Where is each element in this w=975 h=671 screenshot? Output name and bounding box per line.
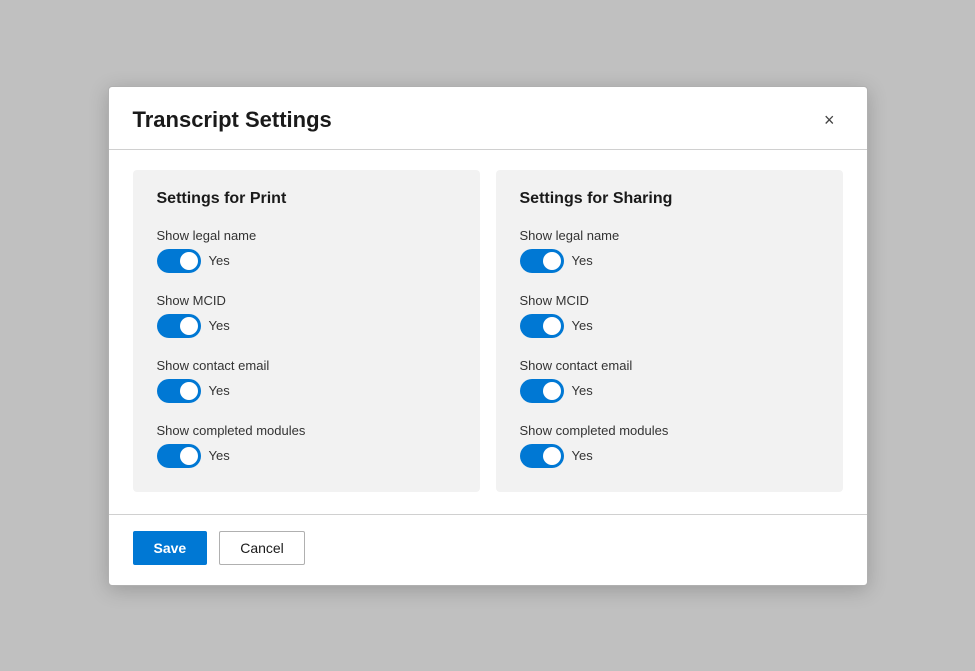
print-setting-completed-modules: Show completed modules Yes [157, 423, 456, 468]
sharing-panel-title: Settings for Sharing [520, 190, 819, 208]
toggle-track [157, 444, 201, 468]
modal-body: Settings for Print Show legal name Yes [109, 150, 867, 514]
close-button[interactable]: × [816, 107, 843, 133]
modal-overlay: Transcript Settings × Settings for Print… [0, 0, 975, 671]
print-toggle-row-completed-modules: Yes [157, 444, 456, 468]
sharing-setting-contact-email: Show contact email Yes [520, 358, 819, 403]
toggle-track [520, 444, 564, 468]
sharing-setting-mcid: Show MCID Yes [520, 293, 819, 338]
toggle-thumb [543, 382, 561, 400]
toggle-thumb [180, 252, 198, 270]
print-toggle-yes-contact-email: Yes [209, 383, 230, 398]
print-toggle-contact-email[interactable] [157, 379, 201, 403]
modal-header: Transcript Settings × [109, 87, 867, 150]
sharing-toggle-row-contact-email: Yes [520, 379, 819, 403]
print-toggle-row-contact-email: Yes [157, 379, 456, 403]
sharing-toggle-yes-mcid: Yes [572, 318, 593, 333]
print-toggle-mcid[interactable] [157, 314, 201, 338]
print-setting-legal-name: Show legal name Yes [157, 228, 456, 273]
print-toggle-yes-completed-modules: Yes [209, 448, 230, 463]
sharing-toggle-row-legal-name: Yes [520, 249, 819, 273]
print-panel-title: Settings for Print [157, 190, 456, 208]
sharing-toggle-yes-contact-email: Yes [572, 383, 593, 398]
print-label-completed-modules: Show completed modules [157, 423, 456, 438]
toggle-track [157, 249, 201, 273]
transcript-settings-modal: Transcript Settings × Settings for Print… [108, 86, 868, 586]
print-toggle-yes-mcid: Yes [209, 318, 230, 333]
sharing-toggle-yes-legal-name: Yes [572, 253, 593, 268]
sharing-toggle-legal-name[interactable] [520, 249, 564, 273]
sharing-toggle-contact-email[interactable] [520, 379, 564, 403]
sharing-label-completed-modules: Show completed modules [520, 423, 819, 438]
toggle-thumb [180, 382, 198, 400]
cancel-button[interactable]: Cancel [219, 531, 305, 565]
print-label-mcid: Show MCID [157, 293, 456, 308]
sharing-settings-panel: Settings for Sharing Show legal name Y [496, 170, 843, 492]
toggle-track [520, 379, 564, 403]
toggle-thumb [180, 447, 198, 465]
toggle-track [520, 249, 564, 273]
print-toggle-completed-modules[interactable] [157, 444, 201, 468]
print-setting-contact-email: Show contact email Yes [157, 358, 456, 403]
toggle-track [157, 314, 201, 338]
save-button[interactable]: Save [133, 531, 208, 565]
sharing-toggle-completed-modules[interactable] [520, 444, 564, 468]
print-label-contact-email: Show contact email [157, 358, 456, 373]
toggle-thumb [543, 447, 561, 465]
sharing-label-legal-name: Show legal name [520, 228, 819, 243]
print-toggle-legal-name[interactable] [157, 249, 201, 273]
sharing-label-contact-email: Show contact email [520, 358, 819, 373]
print-label-legal-name: Show legal name [157, 228, 456, 243]
modal-title: Transcript Settings [133, 107, 332, 133]
toggle-track [157, 379, 201, 403]
sharing-toggle-yes-completed-modules: Yes [572, 448, 593, 463]
toggle-thumb [180, 317, 198, 335]
settings-columns: Settings for Print Show legal name Yes [133, 170, 843, 492]
print-toggle-row-legal-name: Yes [157, 249, 456, 273]
sharing-setting-legal-name: Show legal name Yes [520, 228, 819, 273]
sharing-toggle-mcid[interactable] [520, 314, 564, 338]
print-setting-mcid: Show MCID Yes [157, 293, 456, 338]
sharing-toggle-row-completed-modules: Yes [520, 444, 819, 468]
sharing-setting-completed-modules: Show completed modules Yes [520, 423, 819, 468]
sharing-toggle-row-mcid: Yes [520, 314, 819, 338]
modal-footer: Save Cancel [109, 514, 867, 585]
print-toggle-yes-legal-name: Yes [209, 253, 230, 268]
sharing-label-mcid: Show MCID [520, 293, 819, 308]
toggle-track [520, 314, 564, 338]
print-toggle-row-mcid: Yes [157, 314, 456, 338]
toggle-thumb [543, 252, 561, 270]
toggle-thumb [543, 317, 561, 335]
print-settings-panel: Settings for Print Show legal name Yes [133, 170, 480, 492]
